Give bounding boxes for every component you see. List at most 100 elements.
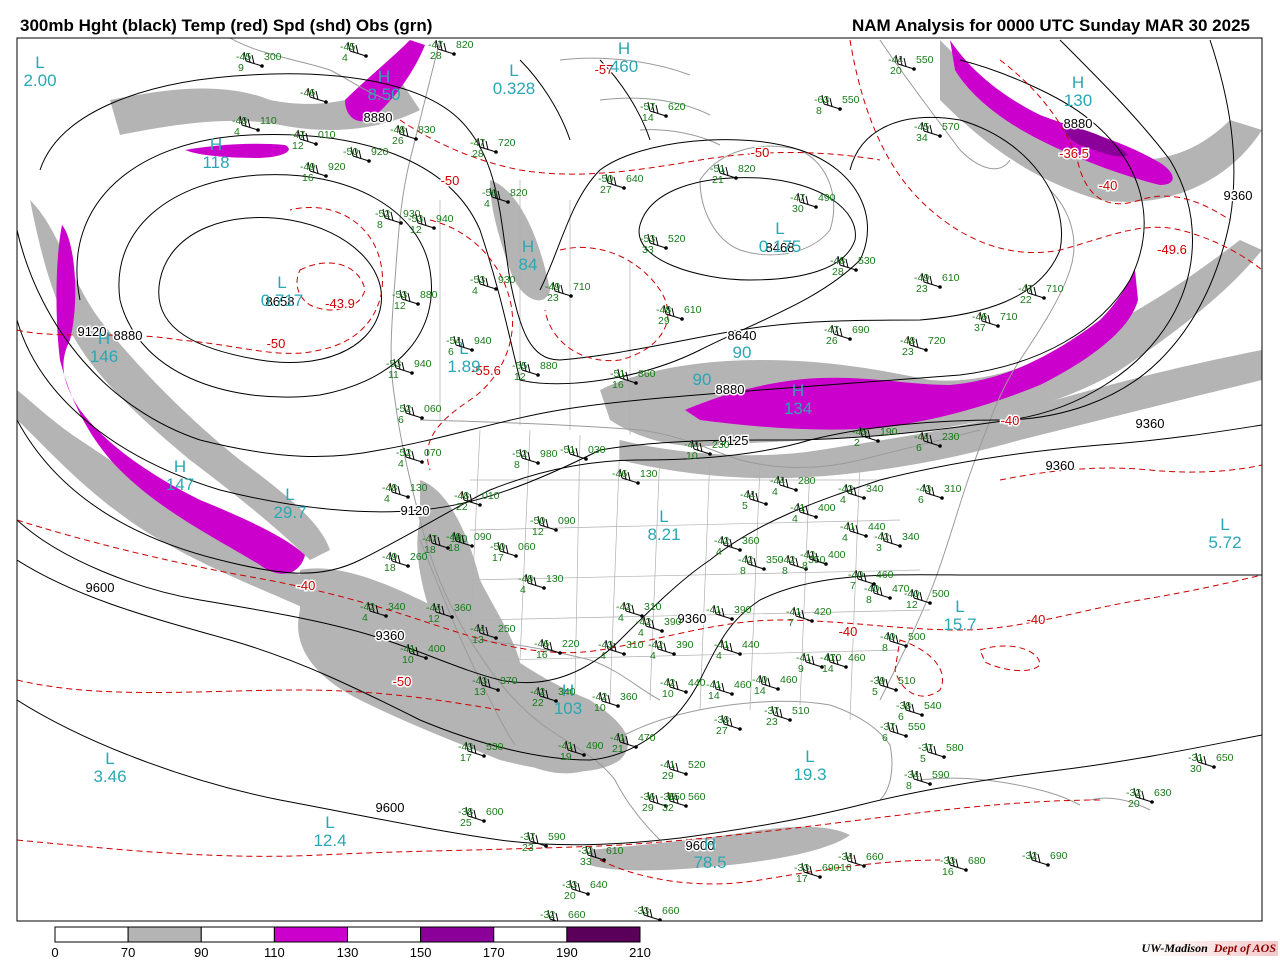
obs-dewpoint: 34 [916, 132, 928, 144]
center-letter: H [174, 457, 186, 476]
obs-dewpoint: 22 [532, 697, 544, 709]
height-label: 9360 [678, 611, 707, 626]
station-obs: -37 5506 [880, 721, 926, 744]
center-value: 0.328 [493, 79, 536, 98]
legend-tick-label: 90 [194, 945, 208, 960]
station-obs: -42 44010 [660, 677, 706, 700]
obs-dewpoint: 2 [854, 437, 860, 449]
obs-dewpoint: 23 [766, 716, 778, 728]
height-label: 9360 [1046, 458, 1075, 473]
obs-dewpoint: 29 [662, 770, 674, 782]
obs-dewpoint: 4 [520, 584, 526, 596]
station-obs: -37 5805 [918, 742, 964, 765]
station-obs: -43 3106 [916, 483, 962, 506]
legend-swatch [566, 926, 641, 943]
station-obs: -49 61023 [914, 272, 960, 295]
obs-dewpoint: 32 [662, 802, 674, 814]
legend-tick-label: 70 [121, 945, 135, 960]
obs-height: 370 [500, 675, 518, 687]
obs-height: 280 [798, 475, 816, 487]
center-letter: L [35, 53, 44, 72]
center-value: 134 [784, 399, 812, 418]
center-value: 15.7 [943, 615, 976, 634]
obs-height: 710 [1046, 283, 1064, 295]
obs-dewpoint: 8 [740, 565, 746, 577]
height-contour [17, 559, 1262, 761]
station-obs: -44 55020 [888, 54, 934, 77]
obs-dewpoint: 5 [920, 753, 926, 765]
obs-height: 230 [712, 439, 730, 451]
station-obs: -3827 [714, 714, 742, 737]
obs-dewpoint: 14 [754, 685, 766, 697]
station-obs: -41 47021 [610, 732, 656, 755]
center-value: 90 [733, 343, 752, 362]
obs-temp: -33 [634, 905, 649, 917]
station-obs: -51 82021 [710, 163, 756, 186]
obs-height: 860 [638, 368, 656, 380]
station-obs: -33 68016 [940, 855, 986, 878]
obs-height: 520 [688, 759, 706, 771]
station-obs: -41 390 [706, 604, 752, 621]
obs-height: 340 [388, 601, 406, 613]
obs-dewpoint: 4 [234, 126, 240, 138]
obs-dewpoint: 17 [492, 552, 504, 564]
obs-dewpoint: 10 [594, 702, 606, 714]
temp-label: -50 [441, 173, 460, 188]
obs-height: 500 [908, 631, 926, 643]
obs-dewpoint: 4 [472, 285, 478, 297]
station-obs: -33 69017 [794, 862, 840, 885]
station-obs: -47 72028 [470, 137, 516, 160]
obs-temp: -51 [560, 444, 575, 456]
obs-height: 300 [264, 51, 282, 63]
obs-dewpoint: 6 [918, 494, 924, 506]
obs-height: 130 [410, 482, 428, 494]
center-letter: L [659, 507, 668, 526]
obs-dewpoint: 12 [410, 224, 422, 236]
center-letter: L [955, 597, 964, 616]
obs-dewpoint: 8 [377, 219, 383, 231]
obs-dewpoint: 18 [448, 542, 460, 554]
temp-contour [544, 246, 669, 362]
obs-height: 940 [414, 358, 432, 370]
station-obs: -46 22016 [534, 638, 580, 661]
obs-dewpoint: 12 [532, 526, 544, 538]
obs-height: 600 [486, 806, 504, 818]
station-obs: -41 46014 [820, 652, 866, 675]
obs-height: 720 [498, 137, 516, 149]
obs-dewpoint: 16 [612, 379, 624, 391]
station-obs: -42 3403 [874, 531, 920, 554]
obs-height: 550 [908, 721, 926, 733]
station-obs: -52 0606 [396, 403, 442, 426]
obs-dewpoint: 17 [796, 873, 808, 885]
obs-height: 940 [474, 335, 492, 347]
center-letter: H [378, 67, 390, 86]
obs-height: 010 [318, 129, 336, 141]
height-label: 8880 [114, 328, 143, 343]
station-obs: -55 88012 [512, 360, 558, 383]
obs-height: 310 [944, 483, 962, 495]
station-obs: -46 [300, 87, 328, 104]
center-value: 5.72 [1208, 533, 1241, 552]
obs-height: 460 [780, 674, 798, 686]
legend-tick-label: 190 [556, 945, 578, 960]
station-obs: -47 71022 [1018, 283, 1064, 306]
obs-dewpoint: 23 [522, 842, 534, 854]
obs-dewpoint: 14 [708, 690, 720, 702]
obs-dewpoint: 37 [974, 322, 986, 334]
obs-height: 460 [876, 569, 894, 581]
obs-height: 660 [662, 905, 680, 917]
station-obs: -37 51023 [764, 705, 810, 728]
center-value: 90 [693, 370, 712, 389]
temp-label: -50 [267, 336, 286, 351]
obs-dewpoint: 28 [472, 148, 484, 160]
obs-dewpoint: 8 [882, 642, 888, 654]
obs-dewpoint: 28 [832, 266, 844, 278]
station-obs: -32 690 [1022, 850, 1068, 867]
obs-dewpoint: 3 [876, 542, 882, 554]
obs-dewpoint: 12 [906, 599, 918, 611]
obs-height: 630 [1154, 787, 1172, 799]
obs-height: 920 [328, 161, 346, 173]
obs-height: 340 [866, 483, 884, 495]
obs-height: 570 [942, 121, 960, 133]
obs-dewpoint: 33 [580, 856, 592, 868]
